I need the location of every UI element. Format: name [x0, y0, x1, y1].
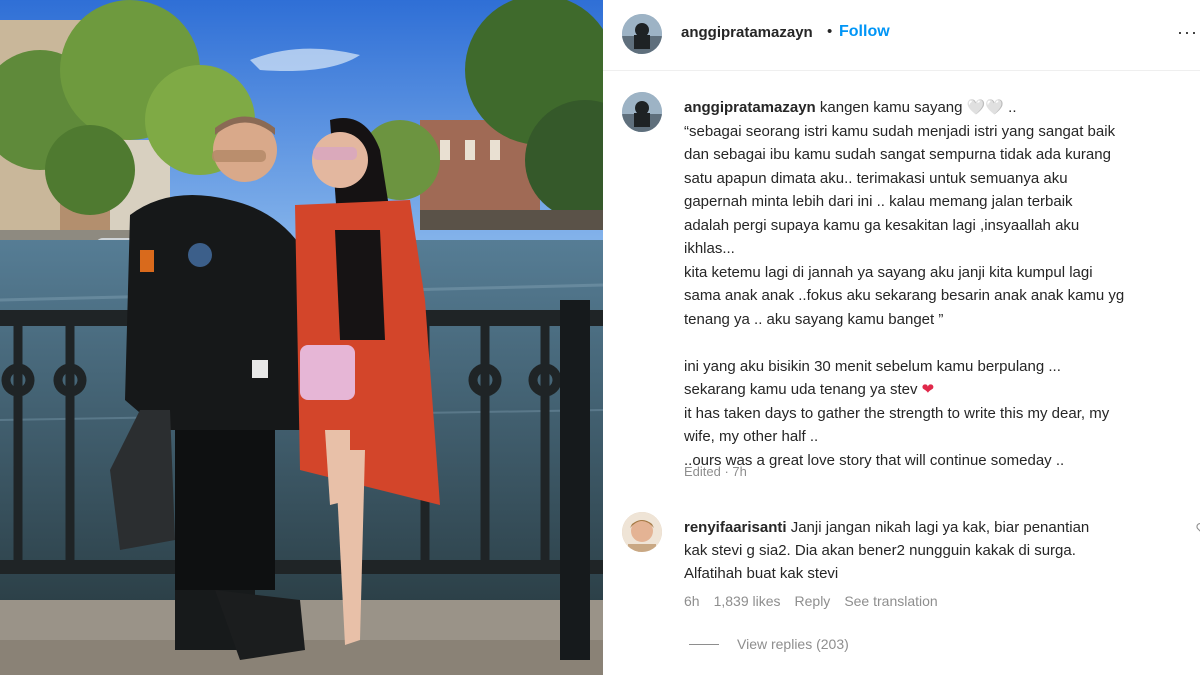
view-replies-button[interactable]: View replies (203)	[737, 636, 849, 652]
heart-outline-icon[interactable]	[1196, 522, 1200, 537]
author-avatar[interactable]	[622, 14, 662, 54]
avatar-image	[622, 512, 662, 552]
comment-text: renyifaarisanti Janji jangan nikah lagi …	[684, 516, 1174, 585]
follow-button[interactable]: Follow	[839, 23, 890, 41]
caption-edited-time: Edited · 7h	[684, 464, 747, 479]
reply-button[interactable]: Reply	[795, 593, 831, 609]
commenter-username[interactable]: renyifaarisanti	[684, 519, 787, 536]
comment-meta: 6h 1,839 likes Reply See translation	[684, 593, 938, 609]
caption-avatar[interactable]	[622, 92, 662, 132]
see-translation-button[interactable]: See translation	[844, 593, 937, 609]
avatar-image	[622, 14, 662, 54]
red-heart-emoji: ❤	[921, 381, 935, 398]
heart-outline-svg	[1196, 523, 1200, 532]
caption-text: anggipratamazayn kangen kamu sayang 🤍🤍 .…	[684, 96, 1200, 472]
comment-likes[interactable]: 1,839 likes	[714, 593, 781, 609]
view-replies: View replies (203)	[689, 636, 849, 652]
commenter-avatar[interactable]	[622, 512, 662, 552]
more-icon[interactable]: ···	[1177, 22, 1198, 43]
post-header: anggipratamazayn • Follow ···	[603, 0, 1200, 71]
post-photo[interactable]	[0, 0, 603, 675]
photo-canvas	[0, 0, 603, 675]
separator-dot: •	[827, 23, 833, 40]
avatar-image	[622, 92, 662, 132]
caption-username[interactable]: anggipratamazayn	[684, 99, 816, 116]
post-sidebar: anggipratamazayn • Follow ··· anggiprata…	[603, 0, 1200, 675]
comment-time[interactable]: 6h	[684, 593, 700, 609]
replies-divider-line	[689, 643, 719, 645]
caption-body: kangen kamu sayang 🤍🤍 .. “sebagai seoran…	[684, 99, 1125, 398]
author-username[interactable]: anggipratamazayn	[681, 24, 813, 41]
caption-body-after: it has taken days to gather the strength…	[684, 404, 1110, 469]
